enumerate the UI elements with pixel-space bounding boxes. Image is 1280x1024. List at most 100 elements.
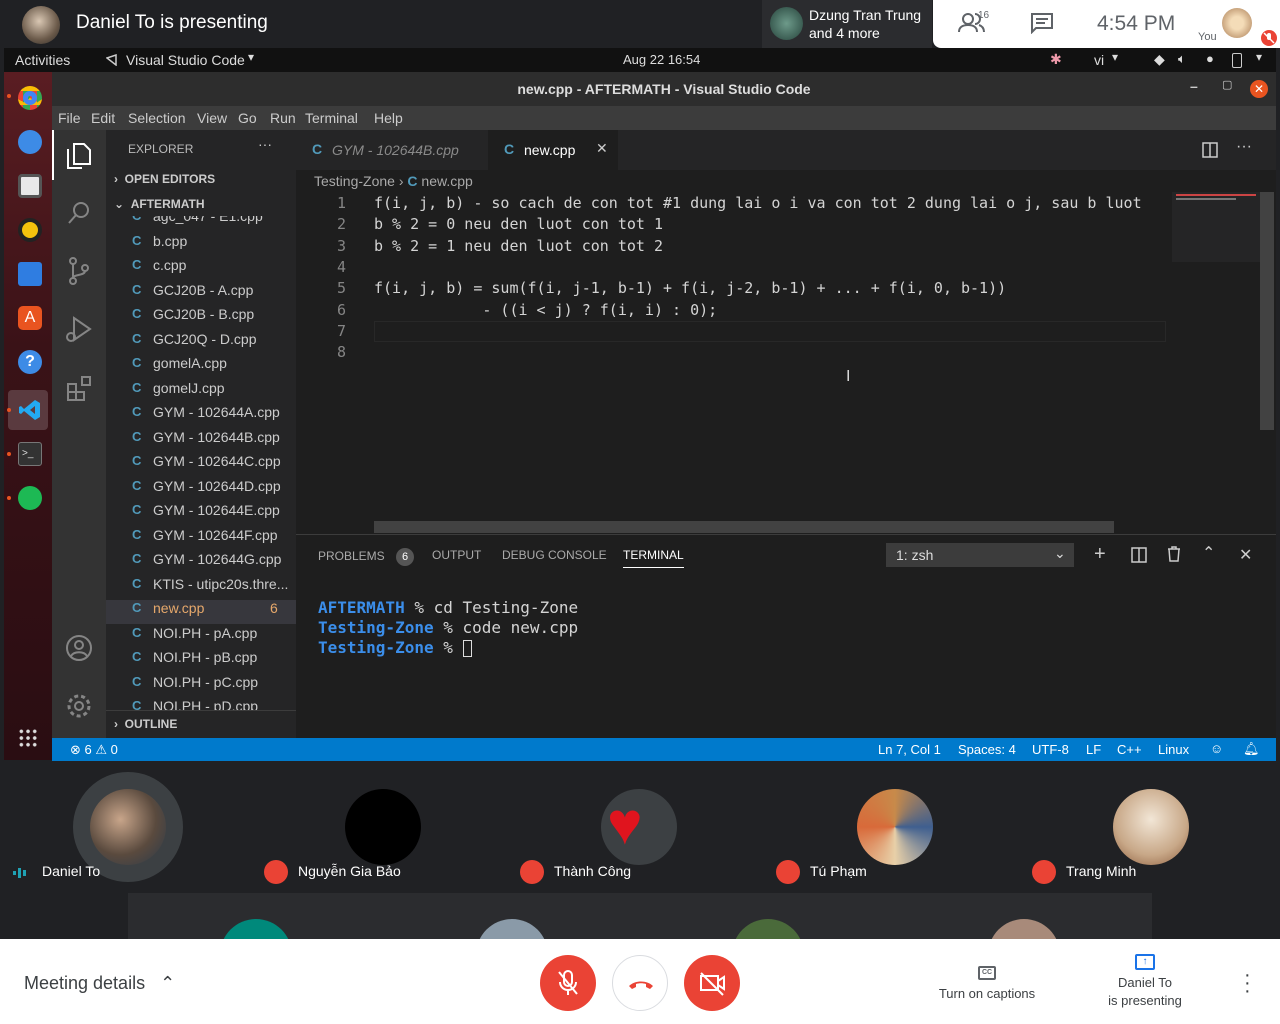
indentation[interactable]: Spaces: 4 — [958, 742, 1016, 757]
rhythmbox-icon[interactable] — [18, 218, 42, 242]
code-line[interactable]: f(i, j, b) - so cach de con tot #1 dung … — [374, 194, 1170, 212]
file-item[interactable]: Cc.cpp — [132, 257, 296, 273]
file-item[interactable]: Cagc_047 - E1.cpp — [132, 216, 296, 224]
thunderbird-icon[interactable] — [18, 130, 42, 154]
self-avatar[interactable] — [1222, 8, 1252, 38]
trash-icon[interactable] — [1167, 546, 1181, 562]
maximize-button[interactable]: ▢ — [1222, 78, 1232, 91]
outline-section[interactable]: › OUTLINE — [114, 717, 177, 731]
file-item[interactable]: C NOI.PH - pB.cpp — [132, 649, 296, 665]
tab-new-cpp[interactable]: C new.cpp ✕ — [488, 130, 618, 170]
code-line[interactable]: b % 2 = 0 neu den luot con tot 1 — [374, 215, 1170, 233]
search-icon[interactable] — [66, 200, 92, 226]
microphone-toggle-button[interactable] — [540, 955, 596, 1011]
code-line[interactable]: - ((i < j) ? f(i, i) : 0); — [374, 301, 1170, 319]
editor-more-icon[interactable]: ··· — [1236, 138, 1252, 156]
file-item[interactable]: C NOI.PH - pA.cpp — [132, 625, 296, 641]
open-editors-section[interactable]: › OPEN EDITORS — [114, 172, 215, 186]
app-menu[interactable]: Visual Studio Code — [126, 52, 245, 68]
close-window-button[interactable]: ✕ — [1250, 80, 1268, 98]
problems-status[interactable]: ⊗ 6 ⚠ 0 — [70, 742, 118, 758]
source-control-icon[interactable] — [66, 256, 92, 286]
file-item[interactable]: C GYM - 102644C.cpp — [132, 453, 296, 469]
file-item[interactable]: CgomelA.cpp — [132, 355, 296, 371]
file-item[interactable]: C GCJ20Q - D.cpp — [132, 331, 296, 347]
file-item[interactable]: C NOI.PH - pC.cpp — [132, 674, 296, 690]
menu-help[interactable]: Help — [374, 110, 403, 126]
folder-section[interactable]: ⌄ AFTERMATH — [114, 197, 205, 211]
menu-edit[interactable]: Edit — [91, 110, 115, 126]
app-menu-caret-icon[interactable]: ▾ — [248, 50, 254, 64]
end-of-line[interactable]: LF — [1086, 742, 1101, 757]
minimap[interactable] — [1172, 192, 1260, 262]
file-item[interactable]: CgomelJ.cpp — [132, 380, 296, 396]
system-menu-caret-icon[interactable]: ▾ — [1256, 50, 1262, 64]
file-item[interactable]: C GYM - 102644A.cpp — [132, 404, 296, 420]
code-line[interactable]: f(i, j, b) = sum(f(i, j-1, b-1) + f(i, j… — [374, 279, 1170, 297]
menu-terminal[interactable]: Terminal — [305, 110, 358, 126]
activities-button[interactable]: Activities — [15, 52, 70, 68]
file-item[interactable]: C GYM - 102644F.cpp — [132, 527, 296, 543]
file-item[interactable]: C KTIS - utipc20s.thre... — [132, 576, 296, 592]
code-line[interactable]: b % 2 = 1 neu den luot con tot 2 — [374, 237, 1170, 255]
file-item[interactable]: Cnew.cpp 6 — [106, 600, 296, 624]
run-debug-icon[interactable] — [64, 314, 94, 344]
vscode-icon[interactable] — [18, 398, 42, 422]
software-center-icon[interactable]: A — [18, 306, 42, 330]
extensions-icon[interactable] — [66, 374, 94, 402]
maximize-panel-icon[interactable]: ⌃ — [1202, 543, 1215, 563]
file-item[interactable]: C GCJ20B - A.cpp — [132, 282, 296, 298]
language-caret-icon[interactable]: ▾ — [1112, 50, 1118, 64]
new-terminal-icon[interactable]: + — [1094, 543, 1106, 566]
microphone-icon[interactable]: ● — [1206, 51, 1214, 66]
close-tab-icon[interactable]: ✕ — [596, 140, 608, 157]
vertical-scrollbar[interactable] — [1260, 192, 1274, 430]
menu-run[interactable]: Run — [270, 110, 296, 126]
menu-selection[interactable]: Selection — [128, 110, 186, 126]
clock[interactable]: Aug 22 16:54 — [623, 52, 700, 67]
encoding[interactable]: UTF-8 — [1032, 742, 1069, 757]
settings-gear-icon[interactable] — [65, 692, 93, 720]
file-item[interactable]: C GCJ20B - B.cpp — [132, 306, 296, 322]
active-speaker-card[interactable]: Dzung Tran Trung and 4 more — [762, 0, 932, 48]
file-item[interactable]: Cb.cpp — [132, 233, 296, 249]
tab-output[interactable]: OUTPUT — [432, 548, 481, 562]
file-item[interactable]: C GYM - 102644E.cpp — [132, 502, 296, 518]
breadcrumb-folder[interactable]: Testing-Zone — [314, 173, 395, 189]
accounts-icon[interactable] — [65, 634, 93, 662]
tab-gym-102644b[interactable]: C GYM - 102644B.cpp — [296, 130, 486, 170]
notifications-bell-icon[interactable]: 🔔︎ — [1243, 741, 1260, 757]
terminal-icon[interactable]: >_ — [18, 442, 42, 466]
help-icon[interactable]: ? — [18, 350, 42, 374]
writer-icon[interactable] — [18, 262, 42, 286]
tab-debug-console[interactable]: DEBUG CONSOLE — [502, 548, 607, 562]
file-item[interactable]: C GYM - 102644D.cpp — [132, 478, 296, 494]
chrome-icon[interactable] — [18, 86, 42, 110]
battery-icon[interactable] — [1232, 53, 1242, 68]
file-item[interactable]: C GYM - 102644B.cpp — [132, 429, 296, 445]
horizontal-scrollbar[interactable] — [374, 521, 1114, 533]
input-language[interactable]: vi — [1094, 52, 1104, 68]
files-icon[interactable] — [18, 174, 42, 198]
split-terminal-icon[interactable] — [1131, 547, 1147, 563]
wifi-icon[interactable]: ◆ — [1154, 51, 1165, 68]
terminal-output[interactable]: AFTERMATH % cd Testing-Zone Testing-Zone … — [318, 598, 578, 658]
tab-terminal[interactable]: TERMINAL — [623, 548, 684, 568]
close-panel-icon[interactable]: ✕ — [1239, 545, 1252, 565]
file-item[interactable]: C NOI.PH - pD.cpp — [132, 698, 296, 710]
language-mode[interactable]: C++ — [1117, 742, 1142, 757]
breadcrumb-file[interactable]: new.cpp — [421, 173, 472, 189]
leave-call-button[interactable] — [612, 955, 668, 1011]
chat-icon[interactable] — [1030, 12, 1054, 34]
show-applications-icon[interactable] — [18, 728, 38, 748]
split-editor-icon[interactable] — [1202, 142, 1218, 158]
more-options-icon[interactable]: · · · — [1244, 965, 1251, 1001]
terminal-select[interactable]: 1: zsh ⌄ — [886, 543, 1074, 567]
cursor-position[interactable]: Ln 7, Col 1 — [878, 742, 941, 757]
file-item[interactable]: C GYM - 102644G.cpp — [132, 551, 296, 567]
volume-icon[interactable]: 🔈︎ — [1178, 51, 1186, 67]
feedback-icon[interactable]: ☺ — [1210, 741, 1223, 756]
tab-problems[interactable]: PROBLEMS 6 — [318, 548, 415, 566]
more-actions-icon[interactable]: ··· — [258, 136, 272, 152]
tray-icon[interactable]: ✱ — [1050, 51, 1062, 68]
